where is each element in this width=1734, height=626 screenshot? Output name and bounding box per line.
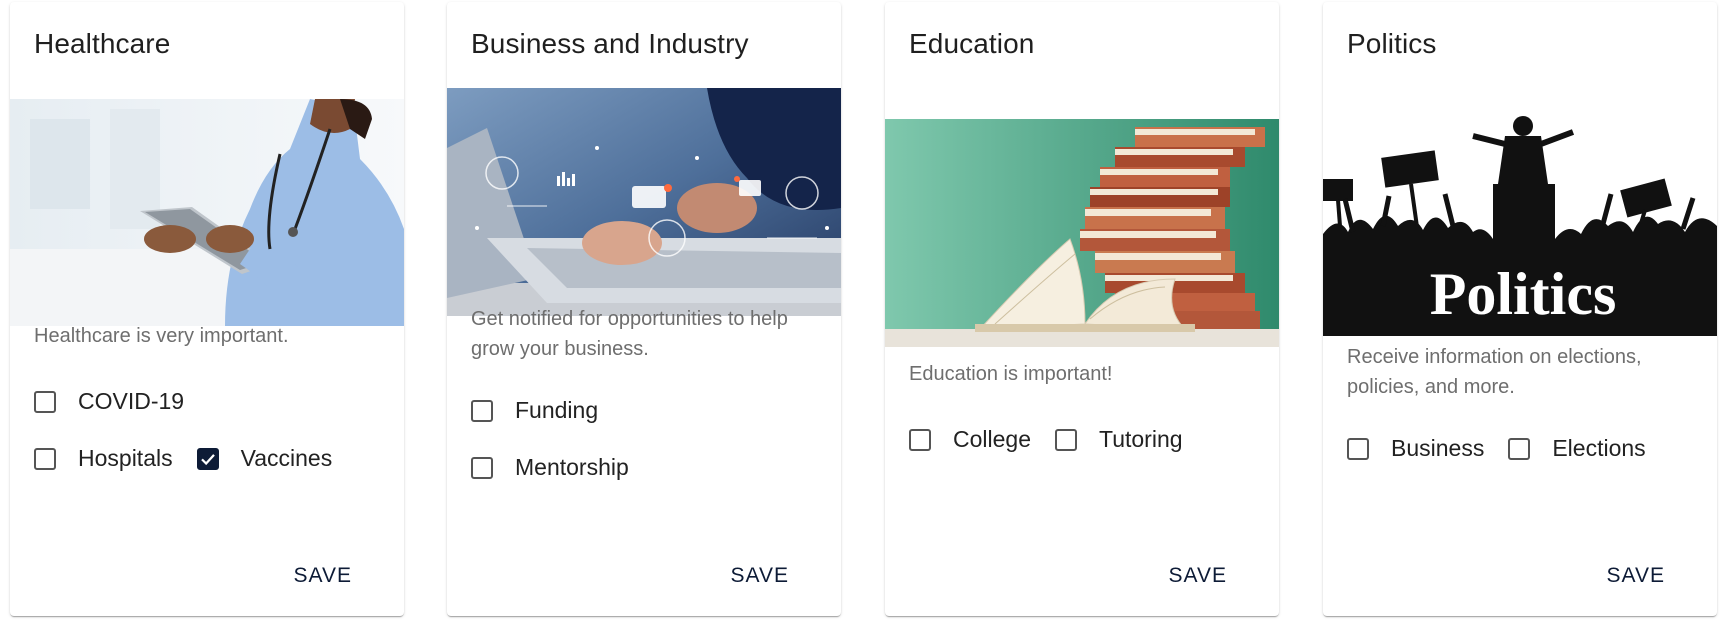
business-image	[447, 88, 841, 316]
card-title: Politics	[1347, 28, 1437, 59]
business-checkbox[interactable]: Business	[1347, 435, 1484, 462]
funding-checkbox[interactable]: Funding	[471, 397, 598, 424]
checkbox-label: Vaccines	[240, 445, 333, 471]
card-title: Business and Industry	[471, 28, 749, 59]
card-description: Get notified for opportunities to help g…	[471, 308, 788, 360]
checkbox-box[interactable]	[1055, 428, 1077, 451]
healthcare-image	[10, 99, 404, 326]
checkbox-label: Hospitals	[78, 445, 173, 471]
elections-checkbox[interactable]: Elections	[1508, 435, 1646, 462]
checkbox-label: Tutoring	[1099, 426, 1183, 452]
options-row: College Tutoring	[909, 426, 1207, 453]
options-row: COVID-19	[34, 388, 208, 415]
card-title: Healthcare	[34, 28, 171, 59]
checkbox-box[interactable]	[1347, 437, 1369, 460]
vaccines-checkbox[interactable]: Vaccines	[196, 445, 333, 472]
card-description: Healthcare is very important.	[34, 325, 289, 347]
checkbox-box[interactable]	[471, 399, 493, 422]
card-description: Receive information on elections, polici…	[1347, 346, 1642, 398]
card-title: Education	[909, 28, 1035, 59]
covid-19-checkbox[interactable]: COVID-19	[34, 388, 184, 415]
business-card: Business and Industry Get notified for o…	[447, 2, 841, 616]
college-checkbox[interactable]: College	[909, 426, 1031, 453]
checkmark-icon	[200, 453, 215, 465]
education-image	[885, 119, 1279, 347]
education-card: Education Education is important! Colleg…	[885, 2, 1279, 616]
politics-image: Politics	[1323, 114, 1717, 336]
options-row: Business Elections	[1347, 435, 1670, 462]
checkbox-box[interactable]	[34, 447, 56, 470]
checkbox-box[interactable]	[1508, 437, 1531, 460]
save-button[interactable]: SAVE	[1607, 564, 1665, 588]
checkbox-label: Business	[1391, 435, 1485, 461]
checkbox-label: College	[953, 426, 1031, 452]
checkbox-box[interactable]	[34, 390, 56, 413]
save-button[interactable]: SAVE	[731, 564, 789, 588]
politics-image-text: Politics	[1430, 261, 1617, 327]
mentorship-checkbox[interactable]: Mentorship	[471, 454, 629, 481]
checkbox-box[interactable]	[196, 447, 219, 470]
checkbox-box[interactable]	[471, 456, 493, 479]
checkbox-label: Funding	[515, 397, 599, 423]
options-row: Hospitals Vaccines	[34, 445, 356, 472]
save-button[interactable]: SAVE	[1169, 564, 1227, 588]
options-row: Mentorship	[471, 454, 653, 481]
hospitals-checkbox[interactable]: Hospitals	[34, 445, 173, 472]
card-description: Education is important!	[909, 363, 1113, 385]
healthcare-card: Healthcare Healthcare is very important.…	[10, 2, 404, 616]
checkbox-label: Mentorship	[515, 454, 629, 480]
checkbox-box[interactable]	[909, 428, 931, 451]
checkbox-label: Elections	[1552, 435, 1646, 461]
checkbox-label: COVID-19	[78, 388, 185, 414]
options-row: Funding	[471, 397, 622, 424]
tutoring-checkbox[interactable]: Tutoring	[1055, 426, 1183, 453]
save-button[interactable]: SAVE	[294, 564, 352, 588]
politics-card: Politics Politics Receive information on…	[1323, 2, 1717, 616]
